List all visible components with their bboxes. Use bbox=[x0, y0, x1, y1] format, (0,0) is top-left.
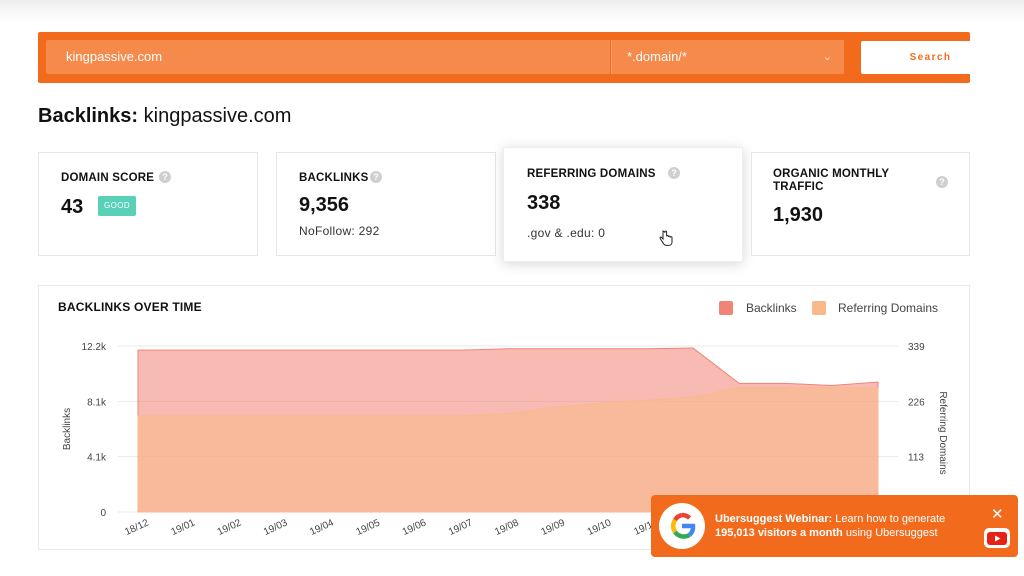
y2-axis-label: Referring Domains bbox=[937, 391, 948, 474]
notification-title: Ubersuggest Webinar: bbox=[715, 513, 833, 525]
y-tick-label: 4.1k bbox=[87, 453, 107, 464]
x-tick-label: 19/04 bbox=[308, 517, 336, 538]
close-icon[interactable]: ✕ bbox=[991, 505, 1004, 523]
x-tick-label: 18/12 bbox=[123, 517, 151, 538]
page: kingpassive.com *.domain/* ⌄ Search Back… bbox=[0, 0, 1024, 576]
x-tick-label: 19/06 bbox=[401, 517, 429, 538]
y-tick-label: 12.2k bbox=[82, 342, 107, 353]
y2-tick-label: 226 bbox=[908, 397, 925, 408]
youtube-icon bbox=[984, 528, 1010, 548]
y2-tick-label: 113 bbox=[908, 453, 924, 464]
x-tick-label: 19/01 bbox=[170, 517, 198, 538]
notification-tail: using Ubersuggest bbox=[842, 527, 938, 539]
google-logo-icon bbox=[659, 503, 705, 549]
y-axis-label: Backlinks bbox=[62, 408, 73, 450]
x-tick-label: 19/02 bbox=[216, 517, 244, 538]
x-tick-label: 19/10 bbox=[586, 517, 614, 538]
x-tick-label: 19/05 bbox=[355, 517, 383, 538]
webinar-notification[interactable]: Ubersuggest Webinar: Learn how to genera… bbox=[651, 495, 1018, 557]
x-tick-label: 19/03 bbox=[262, 517, 290, 538]
notification-text: Learn how to generate bbox=[832, 513, 946, 525]
y-tick-label: 8.1k bbox=[87, 397, 107, 408]
notification-highlight: 195,013 visitors a month bbox=[715, 527, 843, 539]
y2-tick-label: 339 bbox=[908, 342, 925, 353]
x-tick-label: 19/08 bbox=[493, 517, 521, 538]
x-tick-label: 19/09 bbox=[540, 517, 568, 538]
y-tick-label: 0 bbox=[100, 508, 106, 519]
x-tick-label: 19/07 bbox=[447, 517, 475, 538]
notification-message: Ubersuggest Webinar: Learn how to genera… bbox=[715, 512, 975, 540]
backlinks-chart: 0 4.1k 8.1k 12.2k 113 226 339 Backlinks Referrin… bbox=[62, 342, 948, 538]
